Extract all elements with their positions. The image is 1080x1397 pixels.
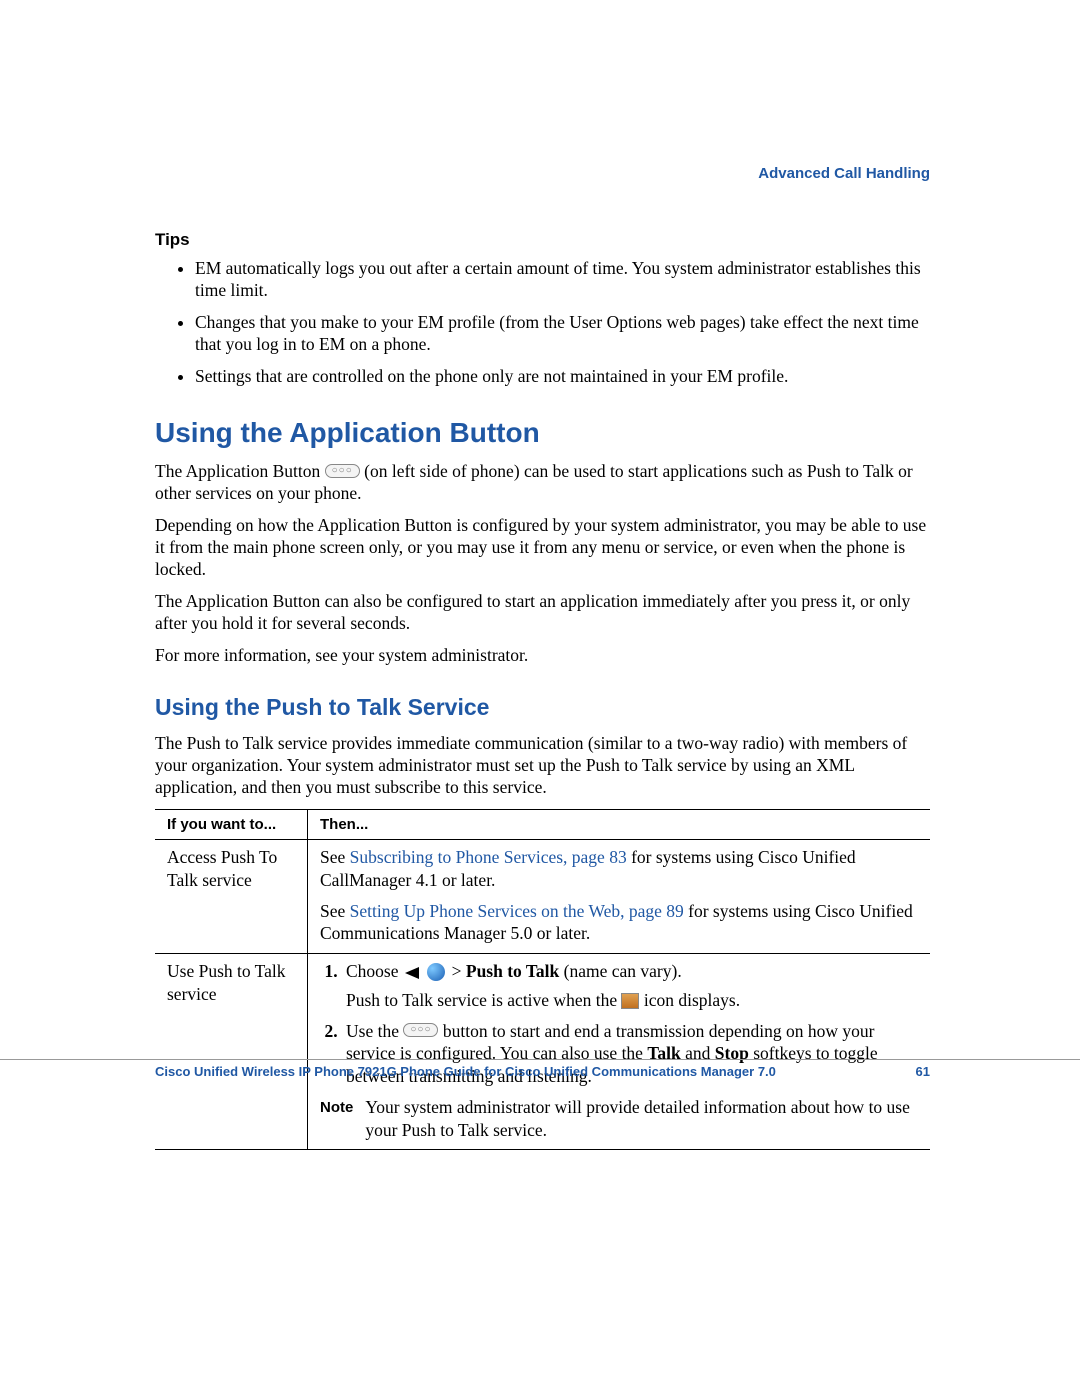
body-text: The Application Button ○○○ (on left side… — [155, 461, 930, 505]
text: (name can vary). — [564, 961, 682, 981]
text: Use the — [346, 1021, 403, 1041]
table-row: Use Push to Talk service Choose > Push t… — [155, 954, 930, 1150]
cell: Access Push To Talk service — [155, 840, 308, 954]
page-number: 61 — [916, 1064, 930, 1079]
ptt-active-icon — [621, 993, 639, 1009]
text: See — [320, 901, 350, 921]
list-item: Choose > Push to Talk (name can vary). P… — [342, 960, 920, 1012]
body-text: For more information, see your system ad… — [155, 645, 930, 667]
footer-title: Cisco Unified Wireless IP Phone 7921G Ph… — [155, 1064, 776, 1079]
text: See — [320, 847, 350, 867]
list-item: Settings that are controlled on the phon… — [195, 366, 930, 388]
table-row: Access Push To Talk service See Subscrib… — [155, 840, 930, 954]
section-heading-ptt: Using the Push to Talk Service — [155, 694, 930, 721]
cell: See Subscribing to Phone Services, page … — [308, 840, 931, 954]
cell: Use Push to Talk service — [155, 954, 308, 1150]
text: Choose — [346, 961, 403, 981]
link[interactable]: Setting Up Phone Services on the Web, pa… — [350, 901, 684, 921]
link[interactable]: Subscribing to Phone Services, page 83 — [350, 847, 627, 867]
application-button-icon: ○○○ — [325, 464, 360, 478]
cell: Choose > Push to Talk (name can vary). P… — [308, 954, 931, 1150]
column-header: Then... — [308, 810, 931, 840]
list-item: EM automatically logs you out after a ce… — [195, 258, 930, 302]
text: icon displays. — [644, 990, 740, 1010]
body-text: Depending on how the Application Button … — [155, 515, 930, 581]
application-button-icon: ○○○ — [403, 1023, 438, 1037]
page-footer: Cisco Unified Wireless IP Phone 7921G Ph… — [0, 1059, 1080, 1079]
column-header: If you want to... — [155, 810, 308, 840]
text: > — [452, 961, 466, 981]
note-label: Note — [320, 1096, 353, 1142]
left-arrow-icon — [405, 967, 419, 979]
running-header: Advanced Call Handling — [155, 165, 930, 182]
page-content: Advanced Call Handling Tips EM automatic… — [0, 0, 1080, 1150]
note: Note Your system administrator will prov… — [320, 1096, 920, 1142]
text: The Application Button — [155, 461, 325, 481]
text: Push to Talk service is active when the — [346, 990, 621, 1010]
note-text: Your system administrator will provide d… — [365, 1096, 920, 1142]
ptt-table: If you want to... Then... Access Push To… — [155, 809, 930, 1150]
section-heading-app-button: Using the Application Button — [155, 417, 930, 449]
tips-heading: Tips — [155, 230, 930, 250]
globe-icon — [427, 963, 445, 981]
text: See Subscribing to Phone Services, page … — [320, 846, 920, 892]
list-item: Changes that you make to your EM profile… — [195, 312, 930, 356]
text: See Setting Up Phone Services on the Web… — [320, 900, 920, 946]
body-text: The Application Button can also be confi… — [155, 591, 930, 635]
text: Push to Talk — [466, 961, 559, 981]
text: Push to Talk service is active when the … — [346, 989, 920, 1012]
table-header-row: If you want to... Then... — [155, 810, 930, 840]
body-text: The Push to Talk service provides immedi… — [155, 733, 930, 799]
tips-list: EM automatically logs you out after a ce… — [155, 258, 930, 387]
